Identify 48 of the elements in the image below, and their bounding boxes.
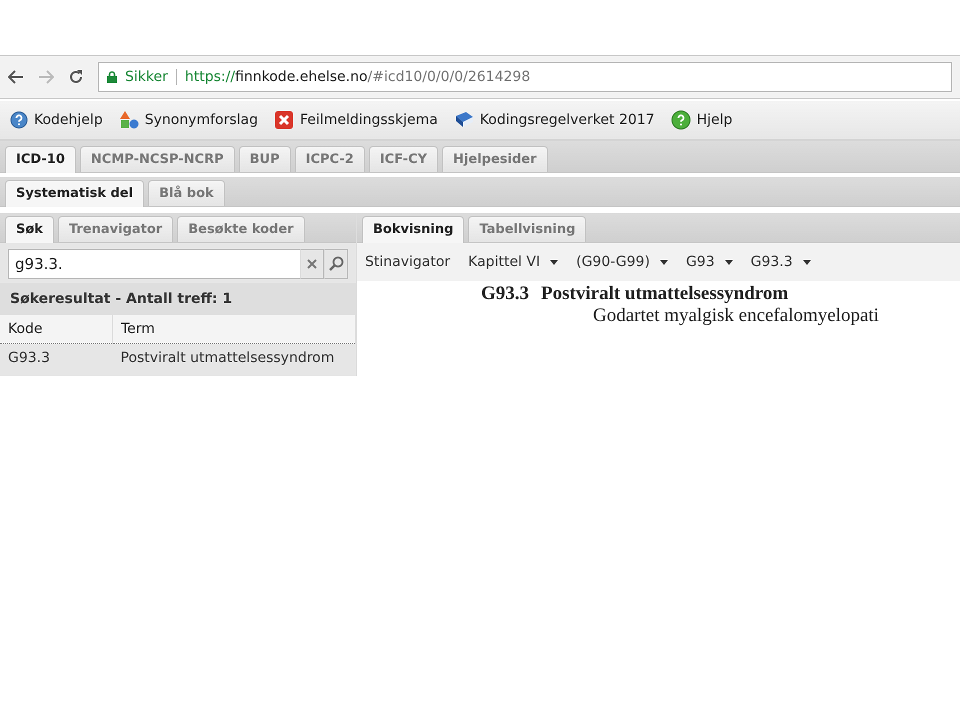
tab[interactable]: Hjelpesider <box>442 146 548 172</box>
help-icon <box>10 111 28 129</box>
tab[interactable]: BUP <box>238 146 291 172</box>
url-text: https://finnkode.ehelse.no/#icd10/0/0/0/2614298 <box>184 69 530 85</box>
tab[interactable]: ICPC-2 <box>294 146 365 172</box>
toolbar-link[interactable]: Hjelp <box>670 110 732 130</box>
tab[interactable]: Bokvisning <box>362 216 464 243</box>
clear-icon[interactable] <box>307 259 317 269</box>
tab[interactable]: ICD-10 <box>5 146 76 173</box>
shapes-icon <box>118 110 139 130</box>
tab[interactable]: NCMP-NCSP-NCRP <box>80 146 235 172</box>
result-header: Søkeresultat - Antall treff: 1 <box>0 283 356 315</box>
breadcrumb-dropdown[interactable]: G93 <box>686 254 733 270</box>
lock-icon <box>107 71 117 83</box>
tab[interactable]: Trenavigator <box>58 216 174 242</box>
caret-icon <box>550 260 558 264</box>
toolbar-link[interactable]: Synonymforslag <box>118 110 258 130</box>
address-bar[interactable]: Sikker https://finnkode.ehelse.no/#icd10/0/0/0/2614298 <box>98 62 952 92</box>
tab[interactable]: ICF-CY <box>368 146 438 172</box>
tab[interactable]: Søk <box>5 216 54 243</box>
caret-icon <box>724 260 733 264</box>
breadcrumb-dropdown[interactable]: G93.3 <box>750 254 811 270</box>
help-icon <box>670 110 691 130</box>
breadcrumb-label: Stinavigator <box>365 254 450 270</box>
toolbar-link[interactable]: Kodingsregelverket 2017 <box>454 111 655 129</box>
breadcrumb-dropdown[interactable]: (G90-G99) <box>576 254 668 270</box>
error-icon <box>274 110 294 130</box>
tab[interactable]: Systematisk del <box>5 180 144 207</box>
caret-icon <box>802 260 811 264</box>
breadcrumb-dropdown[interactable]: Kapittel VI <box>468 254 558 270</box>
back-icon[interactable] <box>8 70 24 84</box>
tab[interactable]: Tabellvisning <box>468 216 586 242</box>
toolbar-link[interactable]: Kodehjelp <box>10 111 103 129</box>
column-header[interactable]: Kode <box>0 315 112 344</box>
entry-title: Postviralt utmattelsessyndrom <box>541 283 788 305</box>
entry-code: G93.3 <box>481 283 530 305</box>
tab[interactable]: Blå bok <box>148 180 225 206</box>
tab[interactable]: Besøkte koder <box>177 216 305 242</box>
security-label: Sikker <box>125 69 168 85</box>
entry-synonym: Godartet myalgisk encefalomyelopati <box>592 305 880 327</box>
column-header[interactable]: Term <box>112 315 356 344</box>
reload-icon[interactable] <box>68 69 84 85</box>
book-icon <box>454 111 474 129</box>
caret-icon <box>660 260 668 264</box>
search-icon[interactable] <box>328 256 344 272</box>
result-row[interactable]: G93.3 Postviralt utmattelsessyndrom <box>0 344 356 372</box>
toolbar-link[interactable]: Feilmeldingsskjema <box>274 110 438 130</box>
search-field[interactable]: g93.3. <box>8 249 300 279</box>
